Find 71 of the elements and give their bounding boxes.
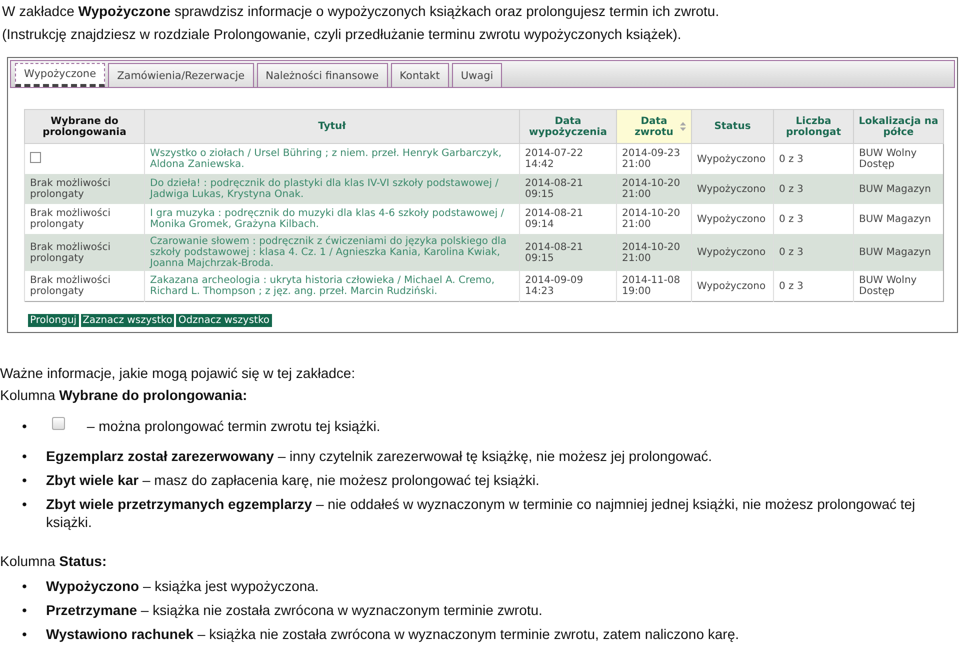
bullet: • (22, 417, 27, 435)
column-header[interactable]: Data wypożyczenia (520, 110, 616, 144)
table-cell: 0 z 3 (779, 154, 804, 164)
table-cell: 2014-08-21 09:14 (525, 208, 584, 230)
table-cell: 2014-08-21 09:15 (525, 242, 584, 264)
table-cell: 2014-11-08 19:00 (622, 275, 680, 297)
table-cell: 0 z 3 (779, 184, 804, 194)
table-cell: BUW Wolny Dostęp (859, 148, 917, 170)
table-cell: 2014-08-21 09:15 (525, 178, 584, 200)
table-cell: 2014-10-20 21:00 (622, 208, 680, 230)
column-header[interactable]: Status (692, 110, 774, 144)
table-cell: 2014-07-22 14:42 (525, 148, 584, 170)
list-text: Egzemplarz został zarezerwowany – inny czytelnik zarezerwował tę książkę, nie możesz jej prolongować. (46, 448, 712, 464)
table-cell: 2014-09-09 14:23 (525, 275, 584, 297)
table-cell: 2014-10-20 21:00 (622, 178, 680, 200)
table-cell: Brak możliwości prolongaty (30, 178, 111, 200)
column-header[interactable]: Wybrane do prolongowania (24, 110, 144, 144)
table-cell: Brak możliwości prolongaty (30, 242, 111, 264)
column-header[interactable]: Lokalizacja na półce (854, 110, 944, 144)
action-button[interactable]: Odznacz wszystko (176, 314, 272, 327)
checkbox-icon (52, 417, 65, 430)
book-title: Wszystko o ziołach / Ursel Bühring ; z niem. przeł. Henryk Garbarczyk, Aldona Zaniewska. (150, 148, 502, 170)
intro-text: W zakładce Wypożyczone sprawdzisz informacje o wypożyczonych książkach oraz prolongujesz termin ich zwrotu. (1, 2, 720, 21)
tab[interactable]: Kontakt (390, 63, 449, 87)
tab[interactable]: Uwagi (452, 63, 502, 87)
sort-icon (680, 122, 686, 131)
action-button[interactable]: Zaznacz wszystko (80, 314, 174, 327)
section-heading: Kolumna Wybrane do prolongowania: (0, 387, 248, 403)
table-cell: Wypożyczono (697, 280, 766, 292)
list-text: Przetrzymane – książka nie została zwrócona w wyznaczonym terminie zwrotu. (46, 602, 542, 618)
action-button[interactable]: Prolonguj (28, 314, 79, 327)
tab[interactable]: Wypożyczone (15, 63, 106, 87)
table-cell: 0 z 3 (779, 280, 804, 292)
column-header[interactable]: Liczba prolongat (774, 110, 854, 144)
notes-heading: Ważne informacje, jakie mogą pojawić się w tej zakładce: (0, 365, 356, 381)
tab[interactable]: Zamówienia/Rezerwacje (108, 63, 254, 87)
table-cell: BUW Magazyn (859, 214, 931, 224)
table-cell: Wypożyczono (697, 184, 766, 194)
table-cell: 2014-10-20 21:00 (622, 242, 680, 264)
list-text: Wypożyczono – książka jest wypożyczona. (46, 578, 319, 594)
book-title: Do dzieła! : podręcznik do plastyki dla klas IV-VI szkoły podstawowej / Jadwiga Lukas, Krystyna Onak. (150, 178, 499, 200)
table-cell: Wypożyczono (697, 214, 766, 224)
bullet: • (22, 577, 27, 595)
bullet: • (22, 495, 27, 513)
table-cell: Wypożyczono (697, 154, 766, 164)
section-heading: Kolumna Status: (0, 553, 108, 569)
table-cell: 0 z 3 (779, 214, 804, 224)
table-cell: 0 z 3 (779, 247, 804, 258)
list-text: Zbyt wiele kar – masz do zapłacenia karę, nie możesz prolongować tej książki. (46, 472, 540, 488)
list-text: Wystawiono rachunek – książka nie została zwrócona w wyznaczonym terminie zwrotu, zatem naliczono karę. (46, 626, 740, 642)
book-title: Zakazana archeologia : ukryta historia człowieka / Michael A. Cremo, Richard L. Thompson ; z jęz. ang. przeł. Marcin Rudziński. (150, 275, 495, 297)
table-cell: Brak możliwości prolongaty (30, 275, 111, 297)
list-text: – można prolongować termin zwrotu tej książki. (86, 418, 380, 434)
bullet: • (22, 447, 27, 465)
intro-text: (Instrukcję znajdziesz w rozdziale Prolongowanie, czyli przedłużanie terminu zwrotu wypożyczonych książek). (1, 25, 682, 44)
column-header[interactable]: Data zwrotu (616, 110, 692, 144)
bullet: • (22, 471, 27, 489)
table-cell: BUW Magazyn (859, 247, 931, 258)
table-cell: BUW Wolny Dostęp (859, 275, 917, 297)
table-cell: 2014-09-23 21:00 (622, 148, 680, 170)
list-text: Zbyt wiele przetrzymanych egzemplarzy – nie oddałeś w wyznaczonym w terminie co najmniej jednej książki, nie możesz prolongować tej książki. (46, 496, 916, 530)
tab[interactable]: Należności finansowe (256, 63, 388, 87)
column-header[interactable]: Tytuł (144, 110, 520, 144)
bullet: • (22, 601, 27, 619)
renew-checkbox[interactable] (30, 152, 41, 163)
table-cell: Brak możliwości prolongaty (30, 208, 111, 230)
table-cell: BUW Magazyn (859, 184, 931, 194)
book-title: Czarowanie słowem : podręcznik z ćwiczeniami do języka polskiego dla szkoły podstawowej : klasa 4. Cz. 1 / Agnieszka Kania, Karolina Kwiak, Joanna Majchrzak-Broda. (150, 236, 506, 269)
bullet: • (22, 625, 27, 643)
book-title: I gra muzyka : podręcznik do muzyki dla klas 4-6 szkoły podstawowej / Monika Gromek, Grażyna Kilbach. (150, 208, 504, 230)
table-cell: Wypożyczono (697, 247, 766, 258)
